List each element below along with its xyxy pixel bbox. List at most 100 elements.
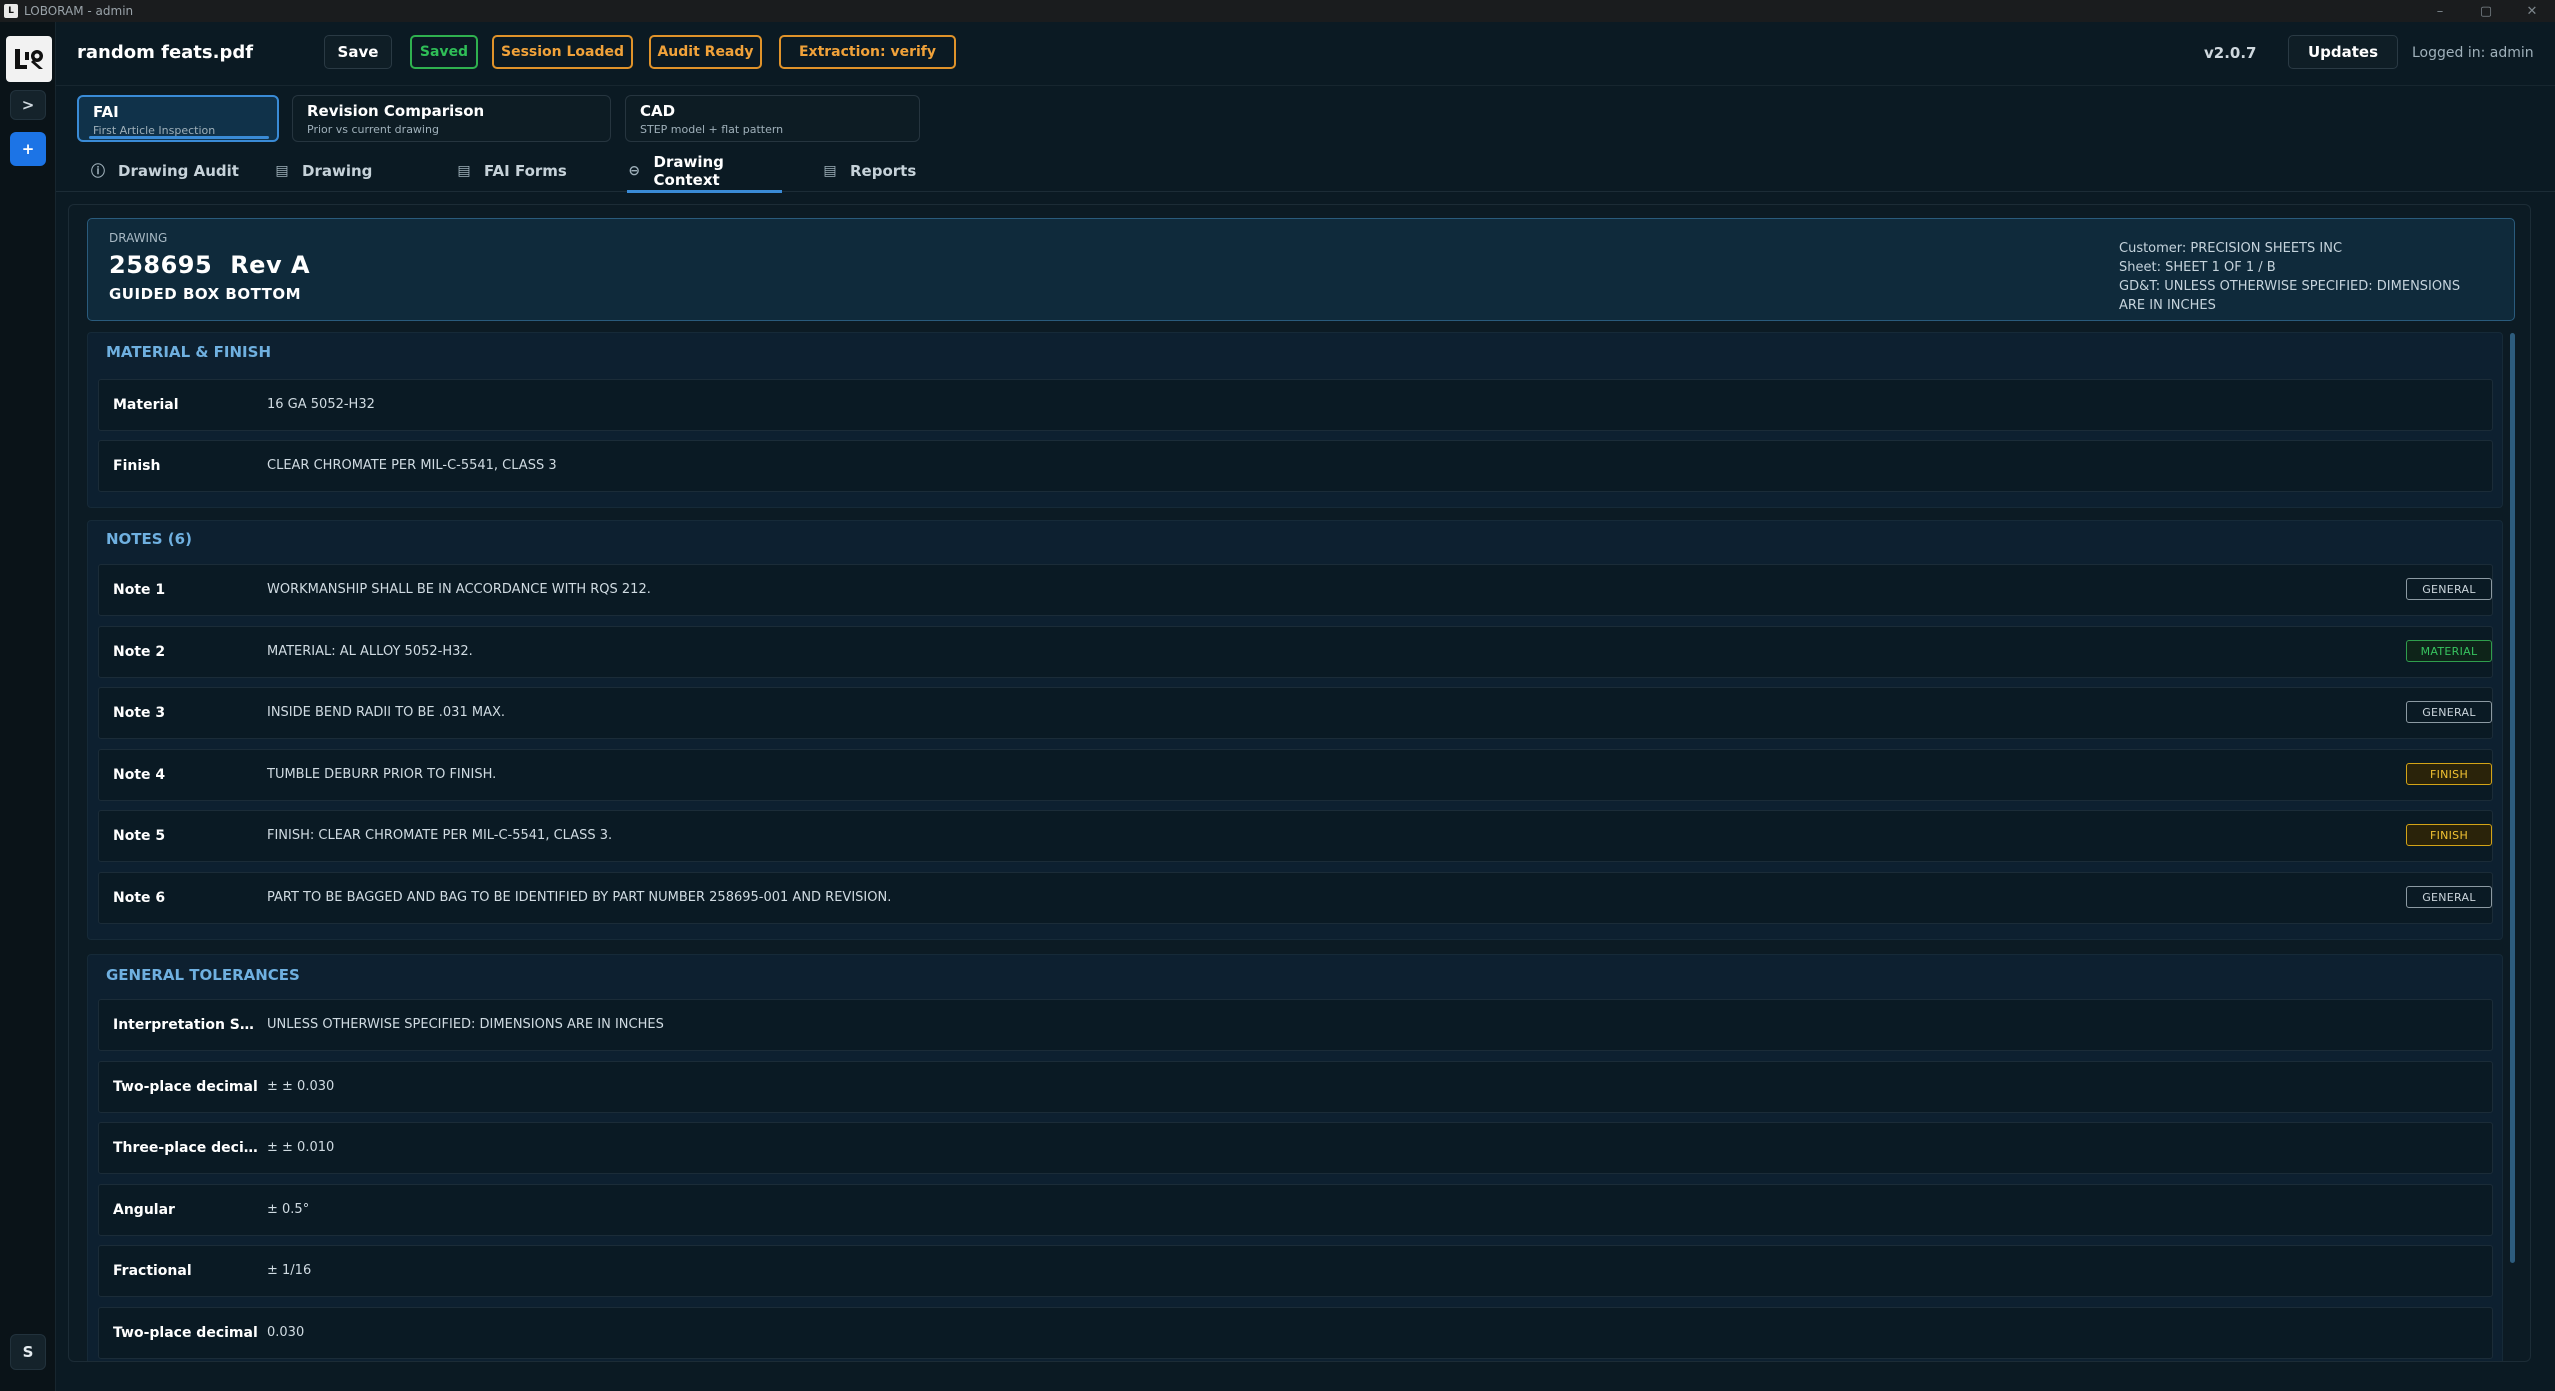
module-subtitle: Prior vs current drawing [307,123,439,136]
tab-bar: ⓘ Drawing Audit ▤ Drawing ▤ FAI Forms ⊖ … [56,150,2555,193]
tab-drawing[interactable]: ▤ Drawing [274,150,372,192]
window-title: LOBORAM - admin [24,4,134,18]
audit-ready-badge: Audit Ready [649,35,762,69]
section-title: MATERIAL & FINISH [106,343,271,361]
note-row: Note 3 INSIDE BEND RADII TO BE .031 MAX.… [98,687,2493,739]
row-value: TUMBLE DEBURR PRIOR TO FINISH. [267,767,497,782]
row-label: Note 6 [113,890,166,906]
finish-row: Finish CLEAR CHROMATE PER MIL-C-5541, CL… [98,440,2493,492]
row-value: ± 1/16 [267,1263,312,1278]
drawing-sheet: Sheet: SHEET 1 OF 1 / B [2119,260,2276,275]
tolerance-row: Two-place decimal 0.030 [98,1307,2493,1359]
note-category-badge: GENERAL [2406,886,2492,908]
row-value: MATERIAL: AL ALLOY 5052-H32. [267,644,473,659]
section-title: GENERAL TOLERANCES [106,966,300,984]
tab-label: Drawing Audit [118,162,239,180]
save-button[interactable]: Save [324,35,392,69]
row-value: UNLESS OTHERWISE SPECIFIED: DIMENSIONS A… [267,1017,664,1032]
drawing-title: GUIDED BOX BOTTOM [109,285,302,303]
row-label: Note 5 [113,828,166,844]
module-fai[interactable]: FAI First Article Inspection [77,95,279,142]
document-icon: ▤ [275,163,289,179]
row-value: FINISH: CLEAR CHROMATE PER MIL-C-5541, C… [267,828,613,843]
note-row: Note 2 MATERIAL: AL ALLOY 5052-H32. MATE… [98,626,2493,678]
row-label: Finish [113,458,161,474]
tab-drawing-context[interactable]: ⊖ Drawing Context [627,150,782,193]
row-label: Fractional [113,1263,192,1279]
logo-mark-icon [15,49,43,69]
note-row: Note 1 WORKMANSHIP SHALL BE IN ACCORDANC… [98,564,2493,616]
row-label: Note 1 [113,582,166,598]
module-cad[interactable]: CAD STEP model + flat pattern [625,95,920,142]
row-label: Material [113,397,179,413]
vertical-scrollbar[interactable] [2510,333,2515,1263]
app-version: v2.0.7 [2204,44,2257,62]
tab-label: FAI Forms [484,162,567,180]
drawing-number: 258695 [109,251,213,279]
notes-section: NOTES (6) Note 1 WORKMANSHIP SHALL BE IN… [87,520,2503,940]
saved-status-badge: Saved [410,35,478,69]
material-row: Material 16 GA 5052-H32 [98,379,2493,431]
note-category-badge: FINISH [2406,824,2492,846]
tolerance-row: Two-place decimal ± ± 0.030 [98,1061,2493,1113]
row-value: 16 GA 5052-H32 [267,397,375,412]
tab-label: Drawing [302,162,373,180]
drawing-context-panel: DRAWING 258695 Rev A GUIDED BOX BOTTOM Cu… [68,204,2531,1362]
row-value: WORKMANSHIP SHALL BE IN ACCORDANCE WITH … [267,582,651,597]
context-icon: ⊖ [628,163,641,179]
info-icon: ⓘ [91,164,105,180]
window-titlebar: L LOBORAM - admin – ▢ ✕ [0,0,2555,22]
sections-scroll-area[interactable]: MATERIAL & FINISH Material 16 GA 5052-H3… [87,332,2503,1361]
close-button[interactable]: ✕ [2509,0,2555,22]
row-value: 0.030 [267,1325,305,1340]
row-label: Note 4 [113,767,166,783]
note-category-badge: MATERIAL [2406,640,2492,662]
module-title: FAI [93,103,119,121]
row-label: Note 2 [113,644,166,660]
minimize-button[interactable]: – [2417,0,2463,22]
module-revision-comparison[interactable]: Revision Comparison Prior vs current dra… [292,95,611,142]
report-icon: ▤ [823,163,837,179]
logged-in-user: Logged in: admin [2412,45,2534,61]
row-value: ± ± 0.010 [267,1140,335,1155]
maximize-button[interactable]: ▢ [2463,0,2509,22]
app-header: random feats.pdf Save Saved Session Load… [56,22,2555,86]
form-icon: ▤ [457,163,471,179]
app-logo [6,36,52,82]
module-title: Revision Comparison [307,102,485,120]
module-subtitle: STEP model + flat pattern [640,123,784,136]
note-row: Note 6 PART TO BE BAGGED AND BAG TO BE I… [98,872,2493,924]
tolerance-row: Three-place decimal ± ± 0.010 [98,1122,2493,1174]
drawing-number-line: 258695 Rev A [109,251,310,279]
row-value: ± ± 0.030 [267,1079,335,1094]
drawing-summary-card: DRAWING 258695 Rev A GUIDED BOX BOTTOM Cu… [87,218,2515,321]
extraction-status-badge: Extraction: verify [779,35,956,69]
row-label: Angular [113,1202,175,1218]
tab-fai-forms[interactable]: ▤ FAI Forms [456,150,567,192]
drawing-meta: Customer: PRECISION SHEETS INC Sheet: SH… [2119,239,2469,315]
drawing-customer: Customer: PRECISION SHEETS INC [2119,241,2343,256]
tab-reports[interactable]: ▤ Reports [822,150,916,192]
add-session-button[interactable]: + [10,132,46,166]
tolerance-row: Fractional ± 1/16 [98,1245,2493,1297]
row-value: PART TO BE BAGGED AND BAG TO BE IDENTIFI… [267,890,892,905]
updates-button[interactable]: Updates [2288,35,2398,69]
left-rail: > + S [0,22,56,1391]
tolerance-row: Angular ± 0.5° [98,1184,2493,1236]
section-title: NOTES (6) [106,530,192,548]
expand-sidebar-button[interactable]: > [10,90,46,120]
row-label: Three-place decimal [113,1140,258,1156]
drawing-gdt: GD&T: UNLESS OTHERWISE SPECIFIED: DIMENS… [2119,279,2461,313]
row-label: Two-place decimal [113,1079,258,1095]
file-name: random feats.pdf [77,42,254,63]
module-subtitle: First Article Inspection [93,124,216,137]
note-row: Note 4 TUMBLE DEBURR PRIOR TO FINISH. FI… [98,749,2493,801]
note-row: Note 5 FINISH: CLEAR CHROMATE PER MIL-C-… [98,810,2493,862]
session-loaded-badge: Session Loaded [492,35,633,69]
app-icon: L [4,4,18,18]
drawing-revision: Rev A [230,251,311,279]
note-category-badge: FINISH [2406,763,2492,785]
user-avatar-button[interactable]: S [10,1334,46,1370]
note-category-badge: GENERAL [2406,701,2492,723]
tab-drawing-audit[interactable]: ⓘ Drawing Audit [90,150,239,192]
